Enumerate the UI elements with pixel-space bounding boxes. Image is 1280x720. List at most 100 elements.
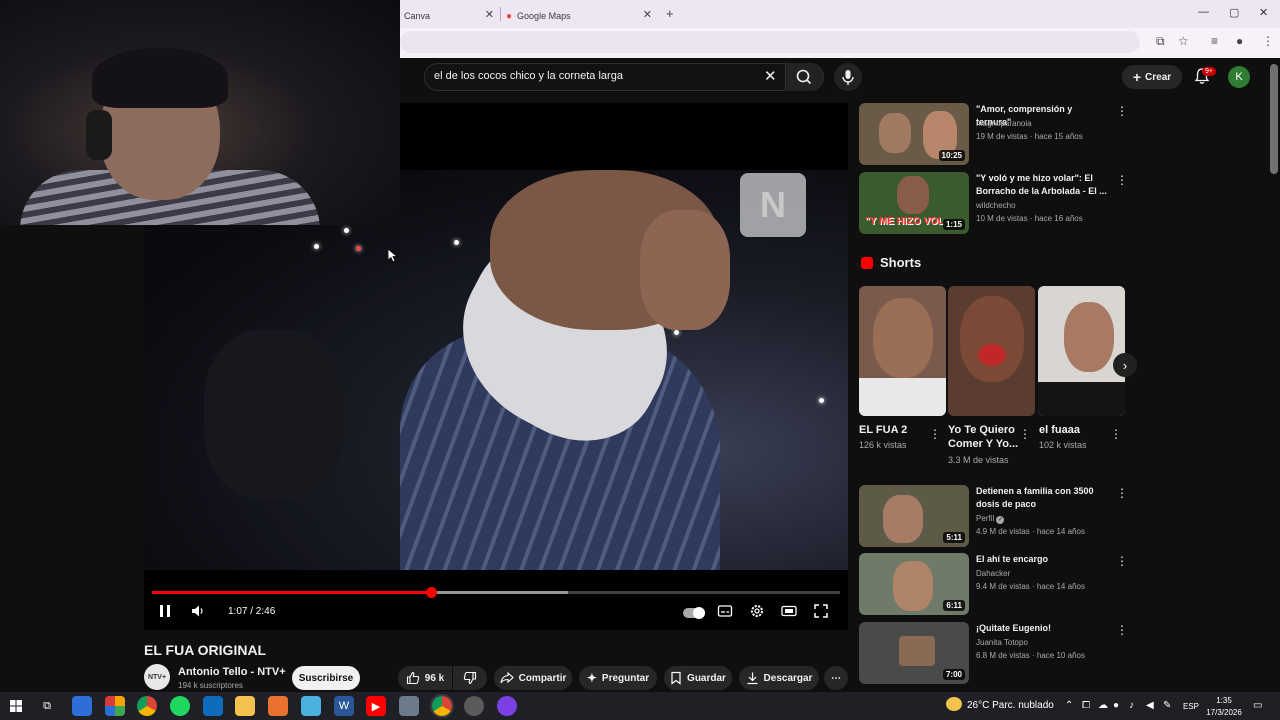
menu-dots-icon[interactable]: ⋮: [1262, 34, 1274, 48]
video-thumbnail[interactable]: 7:00: [859, 622, 969, 684]
short-menu-icon[interactable]: ⋮: [1110, 427, 1122, 441]
language-indicator[interactable]: ESP: [1183, 702, 1199, 711]
channel-name[interactable]: Antonio Tello - NTV+: [178, 666, 286, 678]
volume-button[interactable]: [190, 603, 206, 622]
word-icon[interactable]: W: [334, 696, 354, 716]
video-title[interactable]: ¡Quitate Eugenio!: [976, 622, 1110, 635]
close-window-button[interactable]: ✕: [1259, 6, 1268, 19]
share-button[interactable]: Compartir: [494, 666, 572, 690]
tray-cloud-icon[interactable]: ☁: [1098, 700, 1108, 711]
save-button[interactable]: Guardar: [664, 666, 732, 690]
weather-text[interactable]: 26°C Parc. nublado: [967, 700, 1054, 711]
channel-avatar[interactable]: NTV+: [144, 664, 170, 690]
thumb-mouth: [978, 344, 1006, 366]
tray-mic-icon[interactable]: ●: [1113, 700, 1119, 711]
short-title[interactable]: Yo Te Quiero Comer Y Yo...: [948, 423, 1020, 451]
tab-canva[interactable]: Canva ✕: [400, 4, 500, 28]
more-actions-button[interactable]: ⋯: [824, 666, 848, 690]
like-button[interactable]: 96 k: [398, 666, 452, 690]
theater-mode-button[interactable]: [781, 603, 797, 622]
notification-center-icon[interactable]: ▭: [1253, 700, 1262, 711]
download-button[interactable]: Descargar: [739, 666, 819, 690]
minimize-button[interactable]: —: [1198, 6, 1209, 18]
video-channel[interactable]: Juanita Totopo: [976, 638, 1028, 647]
tab-label: Google Maps: [517, 11, 571, 21]
start-icon[interactable]: [6, 696, 26, 716]
video-channel[interactable]: Perfil ✓: [976, 514, 1005, 524]
tab-close-icon[interactable]: ✕: [643, 8, 652, 21]
tab-google-maps[interactable]: ● Google Maps ✕: [506, 4, 658, 28]
tray-pen-icon[interactable]: ✎: [1163, 700, 1171, 711]
ask-button[interactable]: ✦ Preguntar: [579, 666, 657, 690]
video-menu-icon[interactable]: ⋮: [1116, 623, 1128, 637]
video-menu-icon[interactable]: ⋮: [1116, 554, 1128, 568]
chrome-icon[interactable]: [137, 696, 157, 716]
app-icon[interactable]: [497, 696, 517, 716]
shorts-next-button[interactable]: ›: [1113, 353, 1137, 377]
progress-scrubber[interactable]: [425, 587, 437, 598]
video-channel[interactable]: magnoparanoia: [976, 119, 1032, 128]
video-thumbnail[interactable]: 5:11: [859, 485, 969, 547]
video-channel[interactable]: Dahacker: [976, 569, 1010, 578]
video-thumbnail[interactable]: "Y ME HIZO VOL 1:15: [859, 172, 969, 234]
obs-icon[interactable]: [464, 696, 484, 716]
media-control-icon[interactable]: ≡: [1211, 34, 1218, 48]
youtube-icon[interactable]: ▶: [366, 696, 386, 716]
video-title[interactable]: "Y voló y me hizo volar": El Borracho de…: [976, 172, 1110, 198]
bookmark-star-icon[interactable]: ☆: [1178, 34, 1189, 48]
autoplay-toggle[interactable]: [683, 606, 705, 622]
copilot-icon[interactable]: [105, 696, 125, 716]
maximize-button[interactable]: ▢: [1229, 6, 1239, 19]
pause-button[interactable]: [158, 603, 172, 622]
thumb-face: [883, 495, 923, 543]
new-tab-button[interactable]: +: [666, 6, 674, 21]
search-button[interactable]: [785, 63, 823, 91]
app-icon[interactable]: [301, 696, 321, 716]
app-icon[interactable]: [399, 696, 419, 716]
short-title[interactable]: el fuaaa: [1039, 423, 1109, 437]
spotify-icon[interactable]: [170, 696, 190, 716]
video-thumbnail[interactable]: 10:25: [859, 103, 969, 165]
short-thumbnail[interactable]: [859, 286, 946, 416]
tray-app-icon[interactable]: ⧠: [1082, 700, 1090, 711]
webcam-overlay: [0, 0, 400, 225]
subscriber-count: 194 k suscriptores: [178, 681, 243, 690]
video-menu-icon[interactable]: ⋮: [1116, 104, 1128, 118]
tab-close-icon[interactable]: ✕: [485, 8, 494, 21]
short-menu-icon[interactable]: ⋮: [1019, 427, 1031, 441]
account-avatar[interactable]: K: [1228, 66, 1250, 88]
video-channel[interactable]: wildchecho: [976, 201, 1016, 210]
profile-icon[interactable]: ●: [1236, 34, 1243, 48]
short-thumbnail[interactable]: [1038, 286, 1125, 416]
outlook-icon[interactable]: [203, 696, 223, 716]
chrome-active-icon[interactable]: [430, 694, 454, 718]
search-input[interactable]: el de los cocos chico y la corneta larga: [434, 70, 623, 82]
tray-volume-icon[interactable]: ◀: [1146, 700, 1154, 711]
short-title[interactable]: EL FUA 2: [859, 423, 929, 437]
video-menu-icon[interactable]: ⋮: [1116, 486, 1128, 500]
tray-speaker-icon[interactable]: ♪: [1129, 700, 1134, 711]
voice-search-button[interactable]: [834, 63, 862, 91]
short-menu-icon[interactable]: ⋮: [929, 427, 941, 441]
system-clock[interactable]: 1:35 17/3/2026: [1205, 695, 1243, 719]
video-menu-icon[interactable]: ⋮: [1116, 173, 1128, 187]
file-explorer-icon[interactable]: [235, 696, 255, 716]
video-thumbnail[interactable]: 6:11: [859, 553, 969, 615]
brave-icon[interactable]: [268, 696, 288, 716]
page-scrollbar[interactable]: [1270, 64, 1278, 174]
video-title[interactable]: El ahí te encargo: [976, 553, 1110, 566]
settings-button[interactable]: [749, 603, 765, 622]
fullscreen-button[interactable]: [813, 603, 829, 622]
clear-search-icon[interactable]: ✕: [764, 67, 777, 85]
subscribe-button[interactable]: Suscribirse: [292, 666, 360, 690]
video-title[interactable]: Detienen a familia con 3500 dosis de pac…: [976, 485, 1110, 511]
task-view-icon[interactable]: ⧉: [37, 696, 57, 716]
subtitles-button[interactable]: [717, 603, 733, 622]
address-bar[interactable]: [400, 31, 1140, 53]
tray-chevron-icon[interactable]: ⌃: [1065, 700, 1073, 711]
short-thumbnail[interactable]: [948, 286, 1035, 416]
install-app-icon[interactable]: ⧉: [1156, 34, 1165, 49]
create-button[interactable]: + Crear: [1122, 65, 1182, 89]
store-icon[interactable]: [72, 696, 92, 716]
dislike-button[interactable]: [453, 666, 487, 690]
